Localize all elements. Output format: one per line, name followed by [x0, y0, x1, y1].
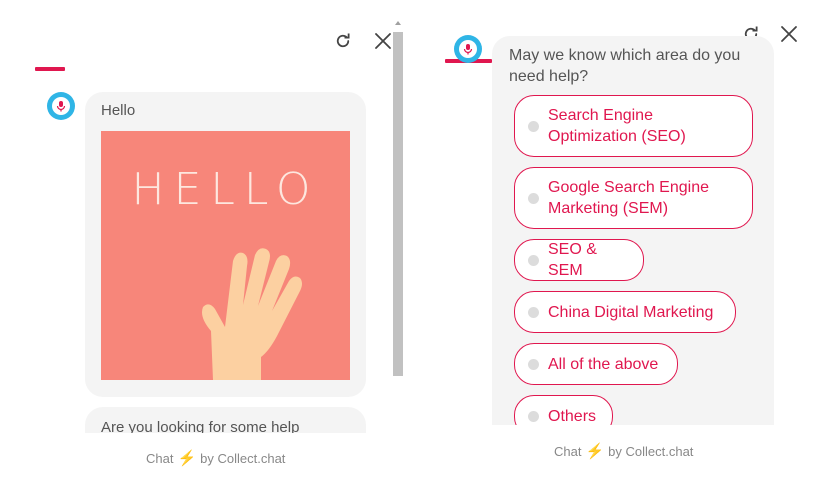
waving-hand-icon — [202, 248, 302, 380]
close-icon — [781, 26, 797, 42]
radio-indicator — [528, 358, 539, 370]
close-icon — [375, 33, 391, 49]
lightning-bolt-icon: ⚡ — [177, 450, 197, 467]
header-accent-bar — [35, 67, 65, 71]
message-text: Are you looking for some help — [101, 419, 300, 433]
bot-avatar-icon — [459, 40, 477, 58]
message-bubble-help: Are you looking for some help — [85, 407, 366, 433]
radio-indicator — [528, 306, 539, 318]
option-all-of-the-above[interactable]: All of the above — [514, 343, 678, 385]
question-text: May we know which area do you need help? — [509, 47, 741, 85]
message-text: Hello — [101, 102, 136, 119]
refresh-icon — [336, 33, 350, 48]
radio-indicator — [528, 254, 539, 266]
message-bubble-hello: Hello HELLO — [85, 92, 366, 397]
option-seo[interactable]: Search Engine Optimization (SEO) — [514, 95, 753, 157]
option-label: All of the above — [548, 355, 659, 373]
option-label: China Digital Marketing — [548, 303, 714, 321]
close-button[interactable] — [372, 30, 394, 52]
footer-brand-text: by Collect.chat — [200, 450, 286, 466]
lightning-bolt-icon: ⚡ — [585, 443, 605, 460]
bot-avatar-icon — [52, 97, 70, 115]
footer-brand-text: by Collect.chat — [608, 443, 694, 459]
refresh-button[interactable] — [332, 30, 354, 52]
option-china-digital-marketing[interactable]: China Digital Marketing — [514, 291, 736, 333]
hello-image: HELLO — [101, 131, 350, 380]
radio-indicator — [528, 120, 539, 132]
close-button[interactable] — [778, 23, 800, 45]
option-label: Search Engine Optimization (SEO) — [548, 107, 686, 145]
option-sem[interactable]: Google Search Engine Marketing (SEM) — [514, 167, 753, 229]
footer-chat-text: Chat — [146, 450, 174, 466]
option-seo-and-sem[interactable]: SEO & SEM — [514, 239, 644, 281]
option-label: SEO & SEM — [548, 241, 597, 279]
radio-indicator — [528, 192, 539, 204]
radio-indicator — [528, 410, 539, 422]
powered-by-footer[interactable]: Chat ⚡ by Collect.chat — [554, 442, 693, 460]
scroll-up-arrow[interactable] — [395, 21, 401, 25]
bot-avatar — [454, 35, 482, 63]
bot-avatar — [47, 92, 75, 120]
option-label: Others — [548, 407, 597, 425]
powered-by-footer[interactable]: Chat ⚡ by Collect.chat — [146, 449, 285, 467]
scrollbar[interactable] — [392, 18, 404, 432]
scrollbar-thumb[interactable] — [393, 32, 403, 376]
option-label: Google Search Engine Marketing (SEM) — [548, 179, 709, 217]
footer-chat-text: Chat — [554, 443, 582, 459]
left-chat-window: Hello HELLO Are you looking for some hel… — [0, 0, 420, 490]
